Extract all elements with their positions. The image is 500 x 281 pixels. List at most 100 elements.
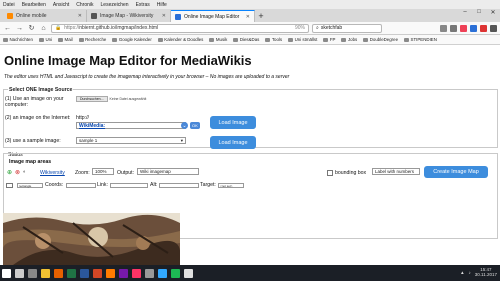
folder-icon (265, 37, 271, 42)
bookmark-item[interactable]: FP (323, 37, 335, 42)
minimize-button[interactable]: – (458, 9, 472, 18)
menu-item-lesezeichen[interactable]: Lesezeichen (101, 2, 129, 8)
menu-item-ansicht[interactable]: Ansicht (53, 2, 69, 8)
tab-image-map-wikiversity[interactable]: Image Map - Wikiversity ✕ (87, 10, 171, 22)
network-icon[interactable]: ▲ (460, 270, 464, 275)
output-select[interactable]: Wiki imagemap (137, 168, 199, 175)
close-window-button[interactable]: ✕ (486, 9, 500, 18)
powerpoint-icon[interactable] (93, 268, 102, 278)
coords-label: Coords: (45, 182, 64, 188)
firefox-icon[interactable] (54, 268, 63, 278)
maximize-button[interactable]: □ (472, 9, 486, 18)
file-explorer-icon[interactable] (41, 268, 50, 278)
dropdown-icon[interactable]: ⌄ (181, 122, 188, 129)
no-file-text: Keine Datei ausgewählt (109, 97, 147, 102)
menu-item-bearbeiten[interactable]: Bearbeiten (22, 2, 46, 8)
image-map-areas-label: Image map areas (8, 159, 53, 165)
image-source-legend: Select ONE Image Source (8, 87, 74, 93)
spotify-icon[interactable] (171, 268, 180, 278)
menu-item-extras[interactable]: Extras (136, 2, 150, 8)
bookmark-item[interactable]: Dies&Das (233, 37, 259, 42)
image-url-input[interactable]: WikiMedia: (76, 122, 186, 129)
tab-online-image-map-editor[interactable]: Online Image Map Editor ✕ (171, 10, 255, 22)
target-select[interactable]: <not set> (218, 183, 244, 188)
bookmark-item[interactable]: STIPENDIEN (404, 37, 437, 42)
bookmark-item[interactable]: Uni (38, 37, 52, 42)
bookmark-item[interactable]: Google Kalender (112, 37, 152, 42)
bookmark-label: FP (329, 37, 336, 42)
delete-area-icon[interactable]: ⊗ (15, 169, 20, 176)
load-sample-image-button[interactable]: Load Image (210, 136, 256, 149)
search-field[interactable]: ⌕ sketchfab (312, 23, 382, 33)
bookmark-item[interactable]: Musik (209, 37, 227, 42)
new-tab-button[interactable]: + (255, 10, 267, 22)
coords-input[interactable] (66, 183, 96, 188)
bookmark-item[interactable]: Mail (58, 37, 73, 42)
tab-label: Online Image Map Editor (184, 13, 240, 20)
onenote-icon[interactable] (119, 268, 128, 278)
folder-icon (78, 37, 84, 42)
tab-online-mobile[interactable]: Online mobile ✕ (3, 10, 87, 22)
task-view-icon[interactable] (28, 268, 37, 278)
clock[interactable]: 15:47 30.11.2017 (475, 267, 497, 277)
menu-icon[interactable] (490, 24, 497, 32)
label-mode-select[interactable]: Label with numbers (372, 168, 420, 175)
create-image-map-button[interactable]: Create Image Map (424, 166, 488, 178)
bookmark-item[interactable]: Nachrichten (3, 37, 33, 42)
file-picker[interactable]: Durchsuchen... Keine Datei ausgewählt (76, 96, 146, 102)
menu-item-datei[interactable]: Datei (3, 2, 15, 8)
reload-button[interactable]: ↻ (27, 24, 36, 33)
sync-icon[interactable] (470, 24, 477, 32)
volume-icon[interactable]: ♪ (469, 270, 471, 275)
sidebar-icon[interactable] (450, 24, 457, 32)
link-input[interactable] (110, 183, 148, 188)
wikiversity-link[interactable]: Wikiversity (40, 170, 65, 176)
illustrator-icon[interactable] (106, 268, 115, 278)
tab-label: Image Map - Wikiversity (100, 13, 154, 19)
ok-button[interactable]: OK (190, 122, 200, 129)
loaded-image[interactable] (3, 213, 180, 265)
windows-start-icon[interactable] (2, 268, 11, 278)
pocket-icon[interactable] (460, 24, 467, 32)
url-bar[interactable]: 🔒 https://nbiernt.github.io/imgmap/index… (51, 23, 309, 33)
alt-label: Alt: (150, 182, 158, 188)
close-tab-icon[interactable]: ✕ (162, 13, 166, 19)
bounding-box-checkbox[interactable] (327, 170, 333, 176)
zoom-select[interactable]: 100% (92, 168, 114, 175)
shape-select[interactable]: rectangle (17, 183, 43, 188)
home-button[interactable]: ⌂ (39, 24, 48, 33)
bookmark-label: Google Kalender (118, 37, 152, 42)
menu-item-chronik[interactable]: Chronik (76, 2, 93, 8)
extension-icon[interactable] (480, 24, 487, 32)
photoshop-icon[interactable] (158, 268, 167, 278)
alt-input[interactable] (159, 183, 199, 188)
close-tab-icon[interactable]: ✕ (246, 14, 250, 20)
add-area-icon[interactable]: ⊕ (7, 169, 12, 176)
preview-icon[interactable]: ◐ (23, 169, 26, 175)
bookmark-item[interactable]: DoubleDegree (363, 37, 398, 42)
bookmark-item[interactable]: Uni stmällst (288, 37, 317, 42)
bookmark-item[interactable]: Recherche (78, 37, 106, 42)
folder-icon (404, 37, 410, 42)
tab-label: Online mobile (16, 13, 47, 19)
system-tray: ▲ ♪ 15:47 30.11.2017 (460, 267, 497, 277)
excel-icon[interactable] (67, 268, 76, 278)
app-white-icon[interactable] (184, 268, 193, 278)
bookmark-item[interactable]: Tools (265, 37, 282, 42)
library-icon[interactable] (440, 24, 447, 32)
bookmark-item[interactable]: Kalender & Doodles (157, 37, 203, 42)
sample-image-select[interactable]: sample 1 ▾ (76, 137, 186, 144)
word-icon[interactable] (80, 268, 89, 278)
menu-item-hilfe[interactable]: Hilfe (157, 2, 167, 8)
forward-button[interactable]: → (15, 24, 24, 33)
app-gray-icon[interactable] (145, 268, 154, 278)
browse-button[interactable]: Durchsuchen... (76, 96, 108, 102)
back-button[interactable]: ← (3, 24, 12, 33)
zoom-indicator[interactable]: 90% (295, 25, 305, 31)
bookmark-item[interactable]: Jobs (341, 37, 357, 42)
close-tab-icon[interactable]: ✕ (78, 13, 82, 19)
search-icon[interactable] (15, 268, 24, 278)
load-image-url-button[interactable]: Load Image (210, 116, 256, 129)
area-radio[interactable] (6, 183, 13, 188)
indesign-icon[interactable] (132, 268, 141, 278)
